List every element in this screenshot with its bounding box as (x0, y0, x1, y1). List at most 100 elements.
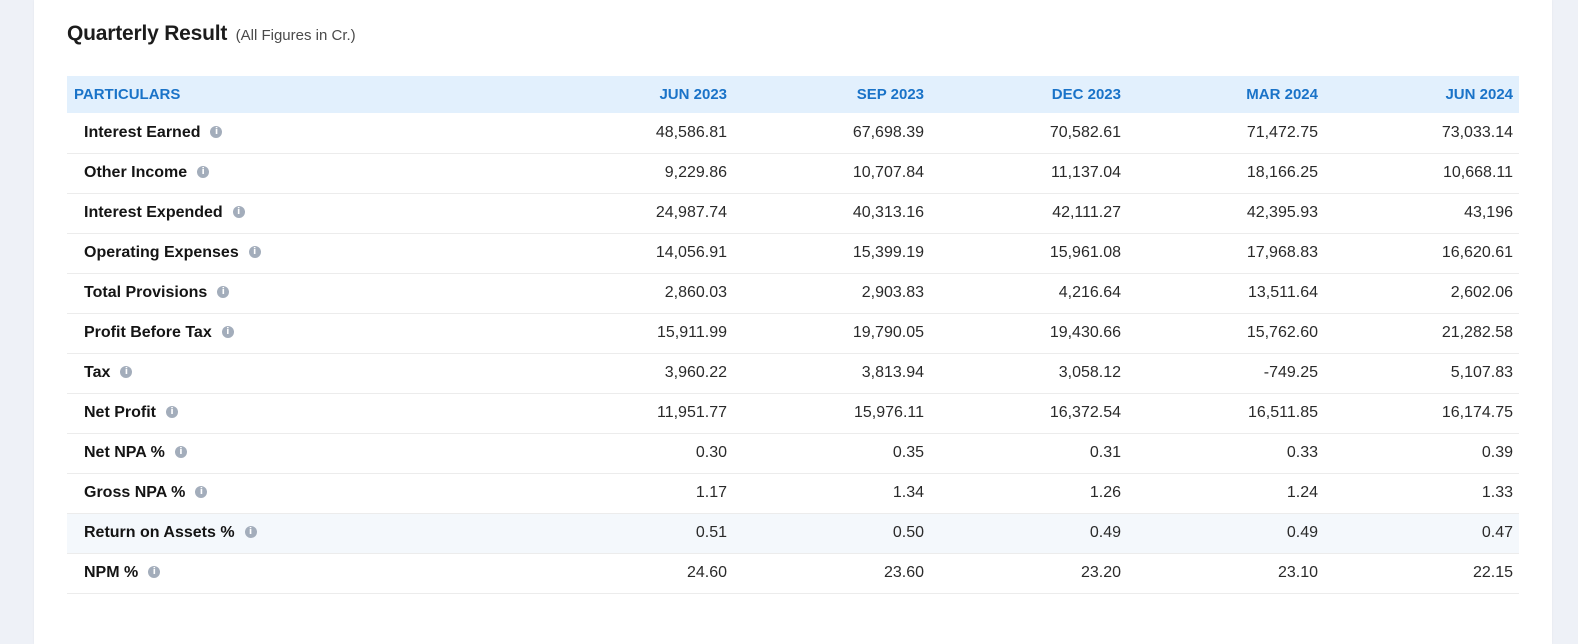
value-cell: 1.17 (536, 473, 733, 514)
table-row: Profit Before Tax i 15,911.99 19,790.05 19,4… (67, 313, 1519, 354)
table-body: Interest Earned i 48,586.81 67,698.39 70,582… (67, 113, 1519, 594)
info-icon[interactable]: i (248, 245, 261, 258)
table-row: Interest Earned i 48,586.81 67,698.39 70,582… (67, 113, 1519, 154)
section-heading: Quarterly Result (All Figures in Cr.) (67, 22, 356, 46)
value-cell: 1.24 (1127, 473, 1324, 514)
value-cell: 0.51 (536, 513, 733, 554)
row-label-cell: Interest Earned i (67, 113, 536, 154)
table-row: Operating Expenses i 14,056.91 15,399.19 15,… (67, 233, 1519, 274)
value-cell: 3,813.94 (733, 353, 930, 394)
table-header-row: PARTICULARS JUN 2023 SEP 2023 DEC 2023 M… (67, 76, 1519, 113)
table-row: Total Provisions i 2,860.03 2,903.83 4,216.6… (67, 273, 1519, 314)
row-label: Net Profit (84, 404, 156, 421)
value-cell: 3,058.12 (930, 353, 1127, 394)
value-cell: 42,395.93 (1127, 193, 1324, 234)
row-label: Tax (84, 364, 111, 381)
row-label: Operating Expenses (84, 244, 239, 261)
value-cell: 0.49 (930, 513, 1127, 554)
value-cell: 11,137.04 (930, 153, 1127, 194)
table-row: Interest Expended i 24,987.74 40,313.16 42,1… (67, 193, 1519, 234)
row-label-cell: Total Provisions i (67, 273, 536, 314)
table-row: Net Profit i 11,951.77 15,976.11 16,372.54 16… (67, 393, 1519, 434)
value-cell: 1.34 (733, 473, 930, 514)
value-cell: 13,511.64 (1127, 273, 1324, 314)
value-cell: 0.35 (733, 433, 930, 474)
value-cell: 22.15 (1324, 553, 1519, 594)
row-label-cell: Other Income i (67, 153, 536, 194)
row-label-cell: Interest Expended i (67, 193, 536, 234)
value-cell: 48,586.81 (536, 113, 733, 154)
value-cell: 16,511.85 (1127, 393, 1324, 434)
table-row: NPM % i 24.60 23.60 23.20 23.10 22.15 (67, 553, 1519, 594)
info-icon[interactable]: i (244, 525, 257, 538)
row-label: Profit Before Tax (84, 324, 212, 341)
value-cell: 19,790.05 (733, 313, 930, 354)
value-cell: 0.39 (1324, 433, 1519, 474)
section-title: Quarterly Result (67, 22, 228, 45)
value-cell: 15,399.19 (733, 233, 930, 274)
row-label: Other Income (84, 164, 188, 181)
value-cell: 15,961.08 (930, 233, 1127, 274)
info-icon[interactable]: i (217, 285, 230, 298)
value-cell: 0.47 (1324, 513, 1519, 554)
row-label-cell: Profit Before Tax i (67, 313, 536, 354)
info-icon[interactable]: i (148, 565, 161, 578)
row-label-cell: Tax i (67, 353, 536, 394)
info-icon[interactable]: i (232, 205, 245, 218)
value-cell: 2,602.06 (1324, 273, 1519, 314)
value-cell: 71,472.75 (1127, 113, 1324, 154)
value-cell: 0.30 (536, 433, 733, 474)
row-label: Total Provisions (84, 284, 208, 301)
info-icon[interactable]: i (221, 325, 234, 338)
value-cell: 0.31 (930, 433, 1127, 474)
info-icon[interactable]: i (166, 405, 178, 418)
value-cell: 1.26 (930, 473, 1127, 514)
info-icon[interactable]: i (195, 485, 208, 498)
value-cell: 17,968.83 (1127, 233, 1324, 274)
quarterly-result-card: Quarterly Result (All Figures in Cr.) PA… (34, 0, 1552, 644)
column-header-jun-2023: JUN 2023 (659, 86, 727, 103)
column-header-jun-2024: JUN 2024 (1445, 86, 1513, 103)
value-cell: 43,196 (1324, 193, 1519, 234)
column-header-sep-2023: SEP 2023 (856, 86, 924, 103)
row-label-cell: Gross NPA % i (67, 473, 536, 514)
value-cell: 42,111.27 (930, 193, 1127, 234)
value-cell: 14,056.91 (536, 233, 733, 274)
row-label-cell: Net NPA % i (67, 433, 536, 474)
value-cell: 0.33 (1127, 433, 1324, 474)
info-icon[interactable]: i (120, 365, 133, 378)
value-cell: 0.50 (733, 513, 930, 554)
value-cell: 18,166.25 (1127, 153, 1324, 194)
value-cell: 16,620.61 (1324, 233, 1519, 274)
value-cell: 16,372.54 (930, 393, 1127, 434)
value-cell: 70,582.61 (930, 113, 1127, 154)
info-icon[interactable]: i (174, 445, 187, 458)
table-row: Net NPA % i 0.30 0.35 0.31 0.33 0.39 (67, 433, 1519, 474)
value-cell: 15,762.60 (1127, 313, 1324, 354)
info-icon[interactable]: i (210, 125, 223, 138)
value-cell: 3,960.22 (536, 353, 733, 394)
value-cell: 15,911.99 (536, 313, 733, 354)
column-header-particulars: PARTICULARS (74, 86, 181, 103)
value-cell: 23.10 (1127, 553, 1324, 594)
value-cell: 4,216.64 (930, 273, 1127, 314)
column-header-mar-2024: MAR 2024 (1246, 86, 1318, 103)
row-label: Interest Earned (84, 123, 201, 141)
column-header-dec-2023: DEC 2023 (1051, 86, 1121, 103)
info-icon[interactable]: i (197, 165, 210, 178)
row-label-cell: Return on Assets % i (67, 513, 536, 554)
value-cell: -749.25 (1127, 353, 1324, 394)
value-cell: 2,903.83 (733, 273, 930, 314)
value-cell: 73,033.14 (1324, 113, 1519, 154)
value-cell: 23.60 (733, 553, 930, 594)
value-cell: 40,313.16 (733, 193, 930, 234)
value-cell: 1.33 (1324, 473, 1519, 514)
row-label-cell: Net Profit i (67, 393, 536, 434)
value-cell: 21,282.58 (1324, 313, 1519, 354)
value-cell: 15,976.11 (733, 393, 930, 434)
table-row: Tax i 3,960.22 3,813.94 3,058.12 -749.25 5,107… (67, 353, 1519, 394)
section-subtitle: (All Figures in Cr.) (235, 27, 356, 44)
value-cell: 0.49 (1127, 513, 1324, 554)
value-cell: 24.60 (536, 553, 733, 594)
row-label: NPM % (84, 564, 139, 581)
